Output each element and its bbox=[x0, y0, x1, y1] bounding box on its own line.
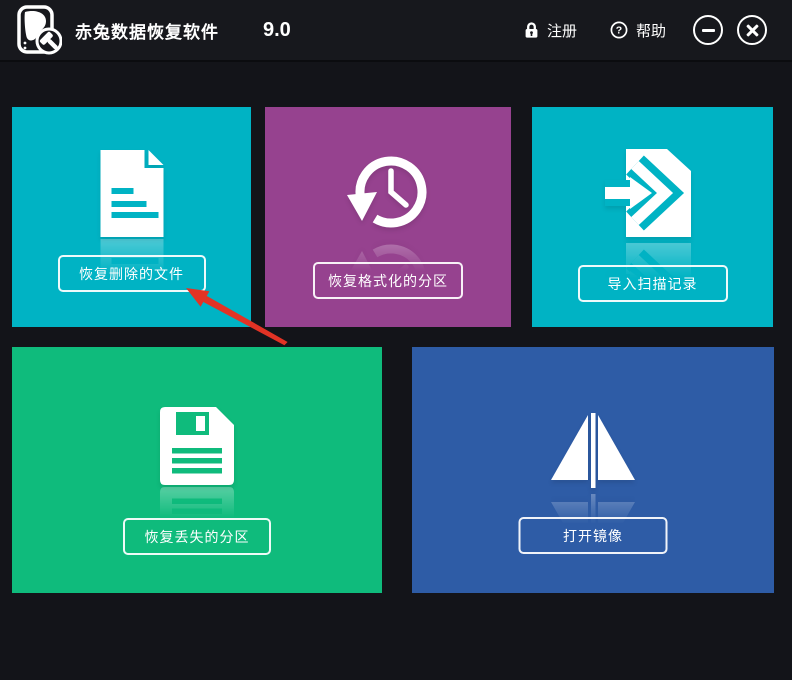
history-clock-icon bbox=[342, 149, 434, 235]
register-label: 注册 bbox=[547, 20, 577, 41]
open-image-button[interactable]: 打开镜像 bbox=[519, 517, 668, 554]
close-button[interactable] bbox=[737, 15, 767, 45]
drive-hammer-icon bbox=[16, 5, 62, 57]
document-icon bbox=[100, 150, 163, 237]
recover-lost-partition-button[interactable]: 恢复丢失的分区 bbox=[123, 518, 271, 555]
tile-import-scan-records[interactable]: 导入扫描记录 bbox=[532, 107, 773, 327]
lock-icon bbox=[524, 21, 539, 39]
tile-recover-lost-partition[interactable]: 恢复丢失的分区 bbox=[12, 347, 382, 593]
minimize-button[interactable] bbox=[693, 15, 723, 45]
tile-open-image[interactable]: 打开镜像 bbox=[412, 347, 774, 593]
recover-formatted-partition-button[interactable]: 恢复格式化的分区 bbox=[313, 262, 463, 299]
help-label: 帮助 bbox=[636, 20, 666, 41]
minus-icon bbox=[702, 29, 715, 32]
register-button[interactable]: 注册 bbox=[524, 20, 577, 41]
app-title: 赤兔数据恢复软件 bbox=[75, 18, 219, 43]
import-scan-records-button[interactable]: 导入扫描记录 bbox=[578, 265, 728, 302]
title-bar: 赤兔数据恢复软件 9.0 注册 ? 帮助 bbox=[0, 0, 792, 62]
mirror-triangles-icon bbox=[551, 410, 635, 490]
floppy-disk-icon bbox=[160, 407, 234, 485]
import-document-icon bbox=[605, 147, 701, 239]
help-button[interactable]: ? 帮助 bbox=[610, 20, 666, 41]
recover-deleted-files-button[interactable]: 恢复删除的文件 bbox=[58, 255, 206, 292]
app-window: { "header": { "title": "赤兔数据恢复软件", "vers… bbox=[0, 0, 792, 680]
tile-recover-formatted-partition[interactable]: 恢复格式化的分区 bbox=[265, 107, 511, 327]
question-icon: ? bbox=[610, 21, 628, 39]
tile-recover-deleted-files[interactable]: 恢复删除的文件 bbox=[12, 107, 251, 327]
svg-text:?: ? bbox=[616, 25, 622, 37]
close-icon bbox=[746, 24, 759, 37]
app-version: 9.0 bbox=[263, 19, 291, 42]
